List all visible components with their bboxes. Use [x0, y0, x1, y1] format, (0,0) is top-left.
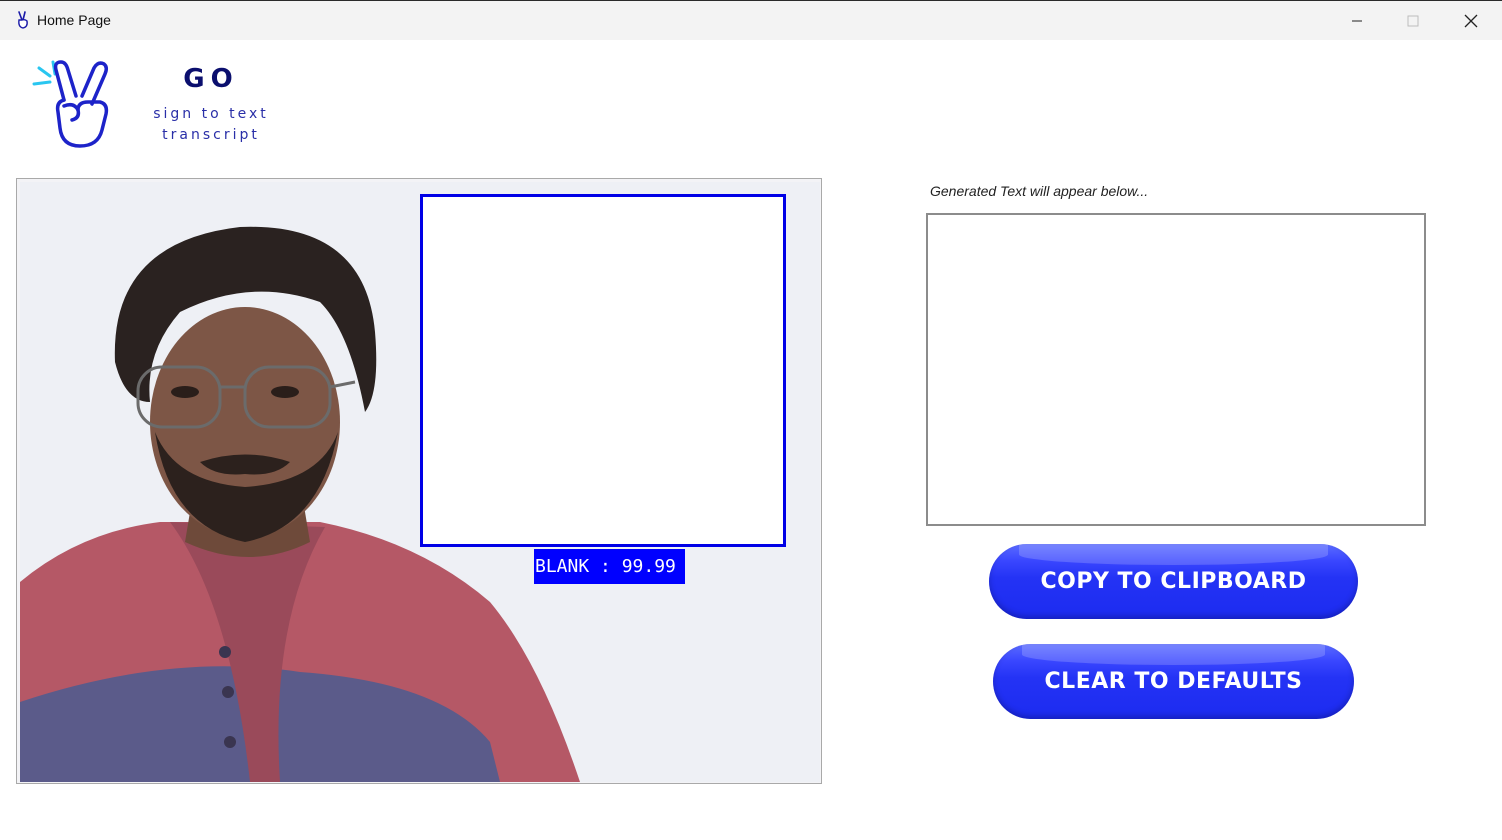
app-logo: GO sign to text transcript: [30, 58, 266, 153]
logo-tagline-line2: transcript: [162, 127, 260, 143]
generated-text-area[interactable]: [926, 213, 1426, 526]
window-title: Home Page: [37, 12, 111, 28]
clear-button-label: CLEAR TO DEFAULTS: [1044, 669, 1303, 694]
copy-button-label: COPY TO CLIPBOARD: [1040, 569, 1307, 594]
copy-to-clipboard-button[interactable]: COPY TO CLIPBOARD: [989, 544, 1358, 619]
sign-detection-region: [420, 194, 786, 547]
camera-feed: BLANK : 99.99: [16, 178, 822, 784]
clear-to-defaults-button[interactable]: CLEAR TO DEFAULTS: [993, 644, 1354, 719]
title-bar: Home Page: [0, 0, 1502, 40]
peace-sign-hand-icon: [32, 60, 109, 148]
maximize-icon: [1407, 15, 1419, 26]
peace-sign-app-icon: [18, 11, 28, 29]
logo-tagline-line1: sign to text: [153, 106, 269, 122]
close-icon: [1464, 14, 1478, 27]
logo-name: GO: [183, 64, 239, 94]
prediction-label: BLANK : 99.99: [534, 549, 685, 584]
minimize-icon: [1352, 20, 1362, 21]
close-button[interactable]: [1442, 1, 1500, 40]
minimize-button[interactable]: [1328, 1, 1386, 40]
maximize-button[interactable]: [1384, 1, 1442, 40]
generated-text-label: Generated Text will appear below...: [930, 183, 1149, 199]
